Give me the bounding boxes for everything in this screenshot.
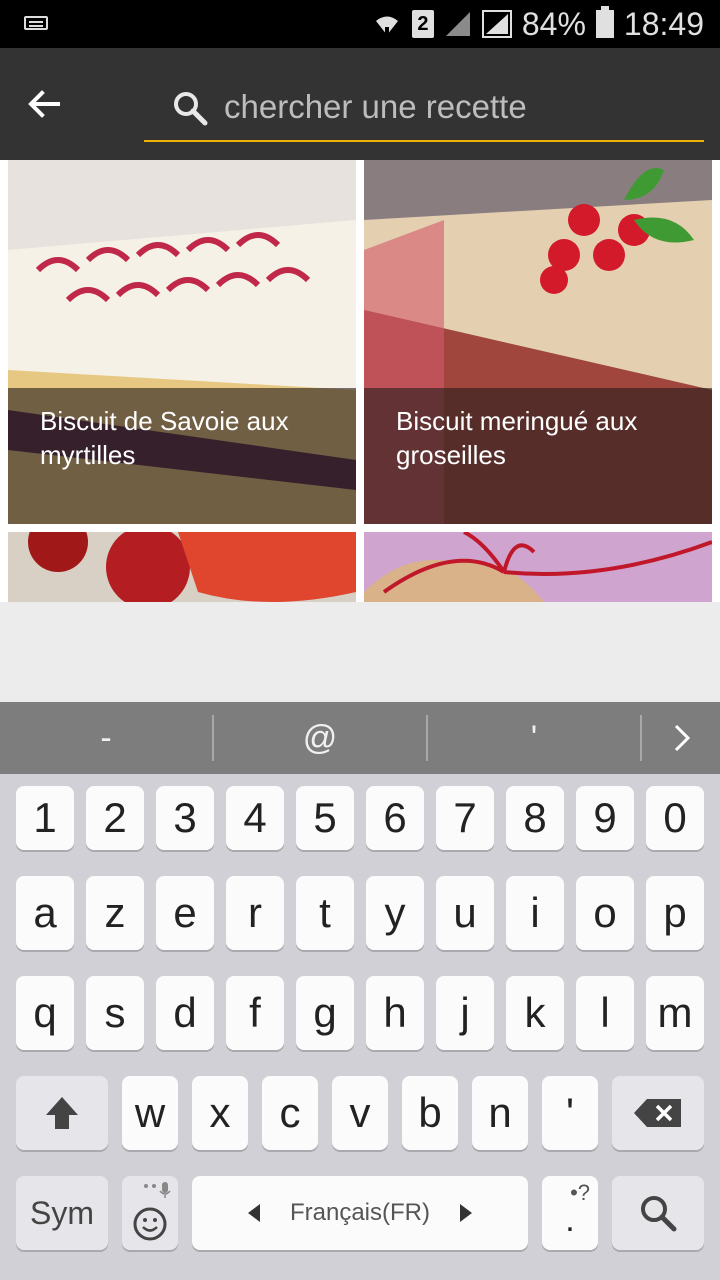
search-icon xyxy=(174,92,208,126)
search-key[interactable] xyxy=(612,1176,704,1250)
key-k[interactable]: k xyxy=(506,976,564,1050)
key-q[interactable]: q xyxy=(16,976,74,1050)
signal-icon-2 xyxy=(481,10,512,38)
language-label: Français(FR) xyxy=(289,1199,430,1226)
period-key-label: . xyxy=(565,1200,575,1239)
key-h[interactable]: h xyxy=(366,976,424,1050)
arrow-left-icon xyxy=(247,1204,260,1222)
key-t[interactable]: t xyxy=(296,876,354,950)
backspace-icon xyxy=(634,1099,681,1127)
suggestion-item[interactable]: - xyxy=(0,719,212,758)
battery-percent: 84% xyxy=(521,5,586,42)
recipe-card[interactable] xyxy=(364,532,712,602)
recipe-image xyxy=(364,532,712,602)
shift-icon xyxy=(46,1097,78,1129)
search-icon xyxy=(641,1196,677,1232)
key-p[interactable]: p xyxy=(646,876,704,950)
shift-key[interactable] xyxy=(16,1076,108,1150)
battery-icon xyxy=(595,6,614,38)
key-n[interactable]: n xyxy=(472,1076,528,1150)
search-field[interactable] xyxy=(144,78,704,142)
key-x[interactable]: x xyxy=(192,1076,248,1150)
recipe-grid: Biscuit de Savoie aux myrtilles Biscuit … xyxy=(0,160,720,602)
key-s[interactable]: s xyxy=(86,976,144,1050)
key-3[interactable]: 3 xyxy=(156,786,214,850)
key-i[interactable]: i xyxy=(506,876,564,950)
recipe-card[interactable]: Biscuit de Savoie aux myrtilles xyxy=(8,160,356,524)
suggestion-item[interactable]: @ xyxy=(214,719,426,758)
wifi-icon xyxy=(375,16,398,35)
key-6[interactable]: 6 xyxy=(366,786,424,850)
key-m[interactable]: m xyxy=(646,976,704,1050)
key-8[interactable]: 8 xyxy=(506,786,564,850)
recipe-card[interactable] xyxy=(8,532,356,602)
key-apostrophe[interactable]: ' xyxy=(542,1076,598,1150)
status-bar: 2 84% 18:49 xyxy=(0,0,720,48)
keyboard-icon xyxy=(24,16,48,30)
period-key[interactable]: •? . xyxy=(542,1176,598,1250)
emoji-voice-key[interactable] xyxy=(122,1176,178,1250)
back-arrow-icon[interactable] xyxy=(24,84,64,124)
chevron-right-icon[interactable] xyxy=(674,724,690,752)
keyboard-suggestion-strip: - @ ' xyxy=(0,702,720,774)
arrow-right-icon xyxy=(460,1204,472,1222)
key-j[interactable]: j xyxy=(436,976,494,1050)
recipe-card[interactable]: Biscuit meringué aux groseilles xyxy=(364,160,712,524)
signal-icon xyxy=(445,12,470,36)
key-z[interactable]: z xyxy=(86,876,144,950)
suggestion-item[interactable]: ' xyxy=(428,719,640,758)
recipe-title: Biscuit meringué aux groseilles xyxy=(396,406,638,470)
clock: 18:49 xyxy=(623,5,704,42)
key-9[interactable]: 9 xyxy=(576,786,634,850)
backspace-key[interactable] xyxy=(612,1076,704,1150)
empty-area xyxy=(0,602,720,702)
app-bar xyxy=(0,48,720,160)
emoji-icon xyxy=(133,1182,171,1241)
key-o[interactable]: o xyxy=(576,876,634,950)
recipe-title: Biscuit de Savoie aux myrtilles xyxy=(40,406,289,470)
key-l[interactable]: l xyxy=(576,976,634,1050)
key-w[interactable]: w xyxy=(122,1076,178,1150)
key-y[interactable]: y xyxy=(366,876,424,950)
key-b[interactable]: b xyxy=(402,1076,458,1150)
key-7[interactable]: 7 xyxy=(436,786,494,850)
search-input[interactable] xyxy=(222,84,696,130)
key-f[interactable]: f xyxy=(226,976,284,1050)
key-d[interactable]: d xyxy=(156,976,214,1050)
key-g[interactable]: g xyxy=(296,976,354,1050)
on-screen-keyboard: 1 2 3 4 5 6 7 8 9 0 a z e r t y u i o p … xyxy=(0,774,720,1280)
key-r[interactable]: r xyxy=(226,876,284,950)
sym-key[interactable]: Sym xyxy=(16,1176,108,1250)
key-0[interactable]: 0 xyxy=(646,786,704,850)
key-a[interactable]: a xyxy=(16,876,74,950)
key-2[interactable]: 2 xyxy=(86,786,144,850)
space-key[interactable]: Français(FR) xyxy=(192,1176,528,1250)
key-5[interactable]: 5 xyxy=(296,786,354,850)
key-e[interactable]: e xyxy=(156,876,214,950)
period-key-hint: •? xyxy=(570,1180,590,1205)
key-1[interactable]: 1 xyxy=(16,786,74,850)
key-u[interactable]: u xyxy=(436,876,494,950)
suggestion-divider xyxy=(640,715,642,761)
recipe-image xyxy=(8,532,356,602)
key-4[interactable]: 4 xyxy=(226,786,284,850)
status-right: 2 84% 18:49 xyxy=(372,0,704,48)
sim-badge: 2 xyxy=(411,10,434,38)
key-c[interactable]: c xyxy=(262,1076,318,1150)
key-v[interactable]: v xyxy=(332,1076,388,1150)
